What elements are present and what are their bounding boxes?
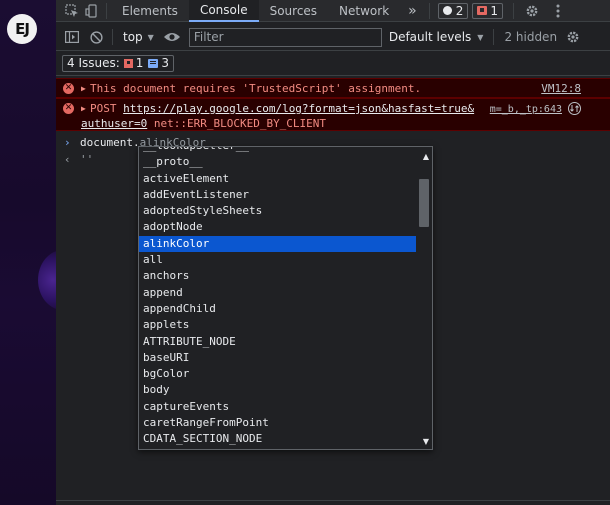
tab-sources[interactable]: Sources [259,0,328,22]
more-tabs-button[interactable]: » [400,0,425,22]
inspect-element-icon[interactable] [62,1,82,21]
request-error: net::ERR_BLOCKED_BY_CLIENT [147,117,327,130]
issue-error-flag-icon [123,58,133,68]
issue-info-message-icon [148,58,159,68]
log-levels-dropdown[interactable]: Default levels ▼ [389,30,484,44]
request-url[interactable]: https://play.google.com/log?format=json&… [123,102,474,115]
autocomplete-item[interactable]: all [139,252,417,268]
site-logo: EJ [7,14,37,44]
scroll-down-arrow-icon[interactable]: ▼ [423,437,429,446]
autocomplete-item[interactable]: append [139,285,417,301]
autocomplete-item[interactable]: activeElement [139,171,417,187]
autocomplete-item[interactable]: applets [139,317,417,333]
autocomplete-item[interactable]: alinkColor [139,235,417,253]
tab-network[interactable]: Network [328,0,400,22]
error-circle-icon: ✕ [63,103,74,114]
autocomplete-item[interactable]: CDATA_SECTION_NODE [139,431,417,447]
request-line: POST https://play.google.com/log?format=… [90,102,474,115]
issues-label: 4 Issues: [67,56,120,70]
request-url-continued[interactable]: authuser=0 [81,117,147,130]
prompt-typed-text: document. [80,136,140,149]
warnings-count: 2 [455,3,464,18]
sidebar-toggle-icon[interactable] [62,27,82,47]
autocomplete-item[interactable]: bgColor [139,366,417,382]
result-arrow-icon: ‹ [64,153,71,166]
error-circle-icon: ✕ [63,83,74,94]
scrollbar-thumb[interactable] [419,179,429,227]
scroll-up-arrow-icon[interactable]: ▲ [423,152,429,161]
separator [493,29,495,45]
tab-console[interactable]: Console [188,0,259,22]
autocomplete-dropdown: __lookupSetter____proto__activeElementad… [138,146,433,450]
autocomplete-item[interactable]: anchors [139,268,417,284]
expand-triangle-icon[interactable]: ▶ [81,84,86,93]
divider [56,500,610,501]
warnings-badge[interactable]: 2 [437,2,469,19]
autocomplete-item[interactable]: __proto__ [139,154,417,170]
dropdown-arrow-icon: ▼ [477,32,484,42]
separator [112,29,113,45]
warning-dot-icon [442,6,452,15]
autocomplete-item[interactable]: baseURI [139,350,417,366]
more-options-kebab-icon[interactable] [548,1,568,21]
tab-elements[interactable]: Elements [111,0,189,22]
error-text: This document requires 'TrustedScript' a… [90,82,422,95]
autocomplete-item[interactable]: captureEvents [139,399,417,415]
clear-console-icon[interactable] [86,27,106,47]
result-value: '' [80,153,94,166]
context-selector[interactable]: top ▼ [123,30,154,44]
separator [513,2,515,19]
context-label: top [123,30,143,44]
issues-error-count: 1 [135,56,144,70]
hidden-messages-count: 2 hidden [504,30,558,44]
expand-triangle-icon[interactable]: ▶ [81,104,86,113]
device-toolbar-icon[interactable] [82,1,102,21]
request-line-2: authuser=0 net::ERR_BLOCKED_BY_CLIENT [81,117,326,130]
source-link[interactable]: m=_b,_tp:643 [490,104,562,115]
autocomplete-item[interactable]: caretRangeFromPoint [139,415,417,431]
source-link[interactable]: VM12:8 [541,82,581,95]
separator [428,2,430,19]
autocomplete-item[interactable]: adoptedStyleSheets [139,203,417,219]
autocomplete-item[interactable]: addEventListener [139,187,417,203]
prompt-chevron-icon: › [64,136,71,149]
request-method: POST [90,102,124,115]
console-settings-gear-icon[interactable] [563,27,583,47]
devtools-panel: Elements Console Sources Network » 2 1 t… [56,0,610,505]
console-error-message: ✕ ▶ This document requires 'TrustedScrip… [56,78,610,98]
console-toolbar: top ▼ Default levels ▼ 2 hidden [56,24,610,51]
autocomplete-item[interactable]: ATTRIBUTE_NODE [139,334,417,350]
live-expression-eye-icon[interactable] [161,27,183,47]
issues-button[interactable]: 4 Issues: 1 3 [62,54,175,72]
autocomplete-item[interactable]: __lookupSetter__ [139,147,417,154]
errors-badge[interactable]: 1 [472,2,504,19]
console-error-message: ✕ ▶ POST https://play.google.com/log?for… [56,98,610,131]
autocomplete-list: __lookupSetter____proto__activeElementad… [139,147,417,448]
error-flag-icon [477,6,488,15]
issues-info-count: 3 [161,56,170,70]
filter-input[interactable] [188,27,382,47]
dropdown-arrow-icon: ▼ [147,32,154,42]
network-request-icon[interactable] [568,102,581,115]
separator [106,2,107,19]
autocomplete-item[interactable]: appendChild [139,301,417,317]
settings-gear-icon[interactable] [522,1,542,21]
errors-count: 1 [490,3,499,18]
levels-label: Default levels [388,30,472,44]
decorative-orb [38,250,56,310]
autocomplete-item[interactable]: body [139,382,417,398]
page-background: EJ [0,0,56,505]
issues-bar: 4 Issues: 1 3 [56,51,610,76]
devtools-tabbar: Elements Console Sources Network » 2 1 [56,0,610,22]
autocomplete-item[interactable]: adoptNode [139,219,417,235]
autocomplete-scrollbar[interactable]: ▲ ▼ [416,147,432,449]
